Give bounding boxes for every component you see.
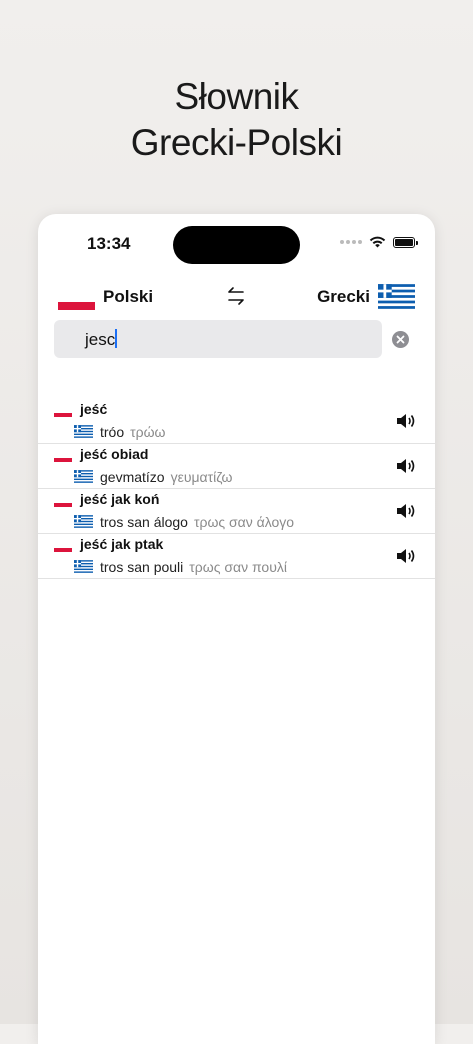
poland-flag-icon: [54, 409, 72, 417]
promo-title: Słownik Grecki-Polski: [0, 74, 473, 166]
result-translation: tróo τρώω: [100, 424, 165, 440]
result-translation: tros san pouli τρως σαν πουλί: [100, 559, 287, 575]
search-input[interactable]: jesc: [85, 329, 365, 350]
text-caret: [115, 329, 118, 348]
greek-word: τρώω: [130, 424, 166, 440]
clear-icon: [396, 335, 405, 344]
speaker-icon[interactable]: [395, 502, 417, 520]
transliteration: tróo: [100, 424, 125, 440]
clear-search-button[interactable]: [392, 331, 409, 348]
result-term: jeść: [80, 401, 108, 417]
speaker-icon[interactable]: [395, 457, 417, 475]
swap-languages-icon[interactable]: [224, 284, 248, 308]
result-row[interactable]: jeść jak ptak tros san pouli τρως σαν που…: [38, 534, 435, 579]
results-list: jeść tróo τρώω jeść obiad gevmatízo γευματ…: [38, 399, 435, 579]
transliteration: gevmatízo: [100, 469, 165, 485]
greece-flag-icon: [74, 470, 93, 483]
greece-flag-icon: [74, 560, 93, 573]
speaker-icon[interactable]: [395, 412, 417, 430]
battery-icon: [393, 236, 418, 248]
cellular-signal-icon: [340, 240, 362, 244]
promo-title-line1: Słownik: [174, 76, 300, 117]
dynamic-island: [173, 226, 300, 264]
transliteration: tros san álogo: [100, 514, 188, 530]
greek-word: τρως σαν άλογο: [193, 514, 295, 530]
greece-flag-icon: [378, 284, 415, 309]
result-translation: tros san álogo τρως σαν άλογο: [100, 514, 294, 530]
language-bar: Polski Grecki: [38, 284, 435, 314]
result-row[interactable]: jeść tróo τρώω: [38, 399, 435, 444]
result-term: jeść jak koń: [80, 491, 160, 507]
poland-flag-icon: [54, 544, 72, 552]
poland-flag-icon: [58, 294, 95, 310]
phone-screen: 13:34 Polski Grecki jesc jeść tróo τρώω …: [38, 214, 435, 1044]
status-time: 13:34: [87, 234, 131, 253]
wifi-icon: [369, 236, 386, 248]
greek-word: τρως σαν πουλί: [189, 559, 287, 575]
speaker-icon[interactable]: [395, 547, 417, 565]
greece-flag-icon: [74, 425, 93, 438]
search-value: jesc: [85, 330, 116, 349]
result-row[interactable]: jeść obiad gevmatízo γευματίζω: [38, 444, 435, 489]
greek-word: γευματίζω: [170, 469, 233, 485]
poland-flag-icon: [54, 454, 72, 462]
promo-title-line2: Grecki-Polski: [130, 122, 343, 163]
result-row[interactable]: jeść jak koń tros san álogo τρως σαν άλογ…: [38, 489, 435, 534]
source-language[interactable]: Polski: [103, 287, 153, 307]
status-icons: [340, 236, 418, 248]
poland-flag-icon: [54, 499, 72, 507]
result-term: jeść obiad: [80, 446, 149, 462]
result-translation: gevmatízo γευματίζω: [100, 469, 232, 485]
target-language[interactable]: Grecki: [317, 287, 370, 307]
result-term: jeść jak ptak: [80, 536, 164, 552]
transliteration: tros san pouli: [100, 559, 184, 575]
greece-flag-icon: [74, 515, 93, 528]
search-field[interactable]: jesc: [54, 320, 382, 358]
